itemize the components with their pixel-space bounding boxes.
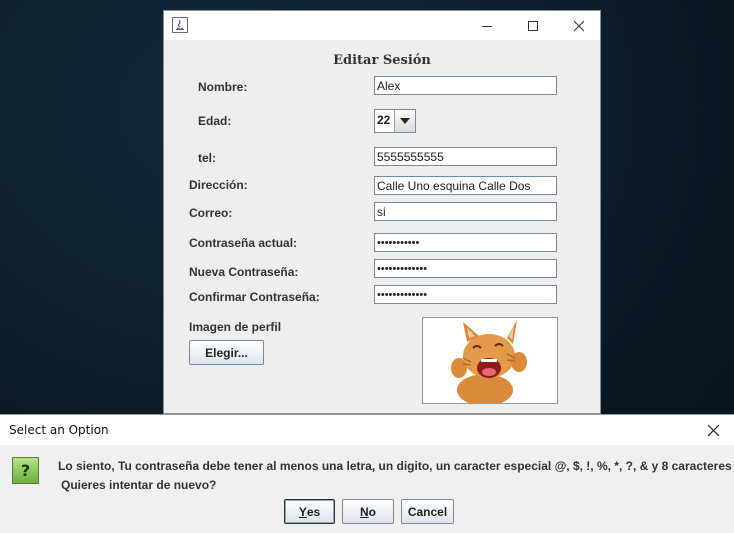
dialog-message-line1: Lo siento, Tu contraseña debe tener al m… xyxy=(58,459,732,473)
pass-actual-label: Contraseña actual: xyxy=(189,236,298,250)
elegir-button[interactable]: Elegir... xyxy=(189,340,264,365)
form-title: Editar Sesión xyxy=(333,53,431,68)
edit-session-window: Editar Sesión Nombre: Alex Edad: 22 tel:… xyxy=(163,10,601,414)
close-icon[interactable] xyxy=(707,422,720,441)
pass-nueva-label: Nueva Contraseña: xyxy=(189,265,299,279)
correo-field[interactable]: si xyxy=(374,202,557,221)
dialog-titlebar: Select an Option xyxy=(0,415,734,445)
nombre-label: Nombre: xyxy=(198,80,248,94)
no-button[interactable]: No xyxy=(342,499,394,524)
close-button[interactable] xyxy=(556,11,602,40)
cancel-button[interactable]: Cancel xyxy=(401,499,454,524)
minimize-button[interactable] xyxy=(464,11,510,40)
no-mnemonic: N xyxy=(359,504,369,519)
maximize-button[interactable] xyxy=(510,11,556,40)
direccion-field[interactable]: Calle Uno esquina Calle Dos xyxy=(374,176,557,195)
chevron-down-icon[interactable] xyxy=(394,110,415,132)
option-dialog: Select an Option ? Lo siento, Tu contras… xyxy=(0,414,734,533)
direccion-label: Dirección: xyxy=(189,178,248,192)
edad-label: Edad: xyxy=(198,114,232,128)
window-titlebar xyxy=(164,11,600,40)
imagen-label: Imagen de perfil xyxy=(189,320,282,334)
yes-button[interactable]: Yes xyxy=(284,499,335,524)
profile-image xyxy=(422,317,558,404)
nombre-field[interactable]: Alex xyxy=(374,76,557,95)
tel-label: tel: xyxy=(198,151,216,165)
correo-label: Correo: xyxy=(189,206,233,220)
yes-label-rest: es xyxy=(306,504,321,519)
edad-value: 22 xyxy=(377,113,391,127)
edad-combobox[interactable]: 22 xyxy=(374,109,416,133)
dialog-message-line2: Quieres intentar de nuevo? xyxy=(61,478,217,492)
tel-field[interactable]: 5555555555 xyxy=(374,147,557,166)
pass-confirm-field[interactable]: ••••••••••••• xyxy=(374,285,557,304)
pass-confirm-label: Confirmar Contraseña: xyxy=(189,290,320,304)
yes-mnemonic: Y xyxy=(298,504,307,519)
dialog-title: Select an Option xyxy=(9,423,109,437)
no-label-rest: o xyxy=(368,504,376,519)
pass-nueva-field[interactable]: ••••••••••••• xyxy=(374,259,557,278)
question-icon: ? xyxy=(12,457,39,484)
pass-actual-field[interactable]: ••••••••••• xyxy=(374,233,557,252)
java-app-icon xyxy=(172,17,188,33)
